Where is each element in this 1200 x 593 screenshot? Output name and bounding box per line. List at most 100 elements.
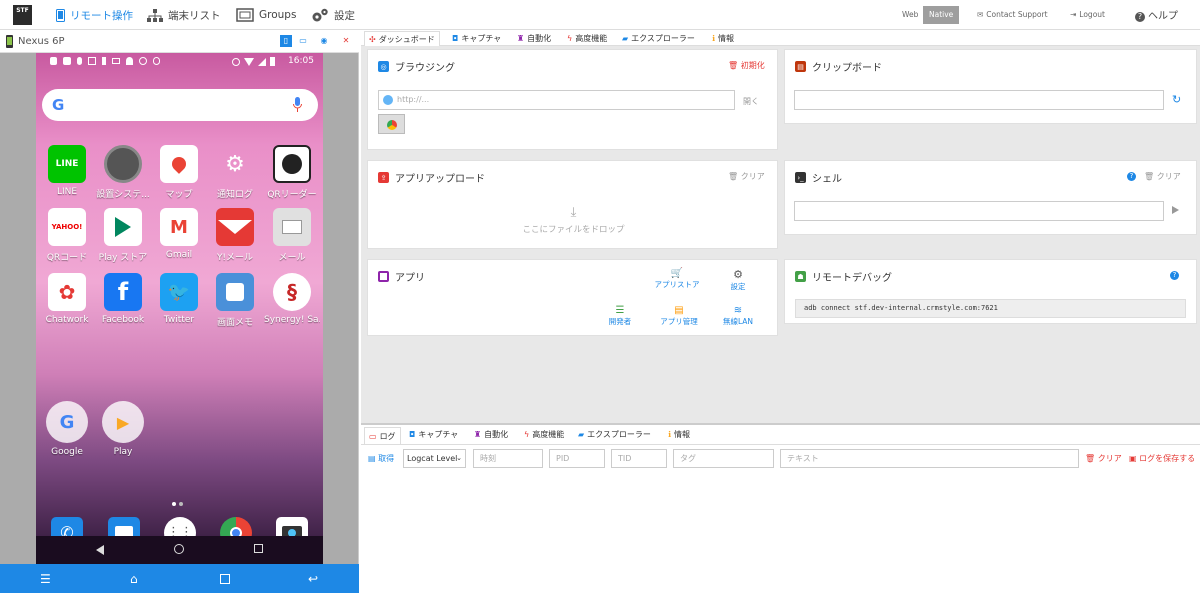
text-filter-input[interactable]: テキスト (780, 449, 1079, 468)
logtab-info[interactable]: ℹ 情報 (664, 427, 694, 442)
back-icon[interactable]: ↩ (308, 572, 318, 586)
tid-filter-input[interactable]: TID (611, 449, 667, 468)
clipboard-input[interactable] (794, 90, 1164, 110)
home-icon[interactable]: ⌂ (130, 572, 138, 586)
app-ymail[interactable]: Y!メール (207, 208, 263, 263)
save-log-button[interactable]: ▣ ログを保存する (1129, 453, 1195, 464)
recents-square-icon[interactable] (254, 544, 263, 553)
tag-filter-input[interactable]: タグ (673, 449, 774, 468)
developer-button[interactable]: ☰ 開発者 (602, 305, 638, 327)
open-url-button[interactable]: 開く (743, 96, 759, 107)
file-drop-zone[interactable]: ⤓ ここにファイルをドロップ (368, 206, 779, 242)
help-circle-icon: ? (1135, 12, 1145, 22)
apps-grid-icon (378, 271, 389, 282)
tab-label: ダッシュボード (378, 34, 435, 44)
log-clear-button[interactable]: 🗑 クリア (1085, 453, 1122, 464)
app-line[interactable]: LINE LINE (39, 145, 95, 197)
eye-icon[interactable]: ◉ (318, 35, 330, 47)
time-filter-input[interactable]: 時刻 (473, 449, 543, 468)
tab-dashboard[interactable]: ✣ ダッシュボード (364, 31, 440, 46)
folder-google[interactable]: G Google (39, 401, 95, 457)
back-triangle-icon[interactable] (96, 545, 104, 555)
device-screen[interactable]: 16:05 G LINE LINE 設置システ... マップ ⚙ 通知ログ QRリー… (36, 53, 323, 563)
tab-automation[interactable]: ♜ 自動化 (513, 31, 555, 46)
logcat-level-select[interactable]: Logcat Level ⌄ (403, 449, 466, 468)
automation-icon: ♜ (474, 430, 482, 439)
app-qr-code[interactable]: YAHOO! QRコード (39, 208, 95, 263)
upload-clear-button[interactable]: 🗑 クリア (728, 171, 765, 182)
logtab-explorer[interactable]: ▰ エクスプローラー (574, 427, 655, 442)
shell-clear-button[interactable]: 🗑 クリア (1144, 171, 1181, 182)
folder-play[interactable]: ▶ Play (95, 401, 151, 457)
log-get-button[interactable]: ▤ 取得 (368, 453, 394, 464)
browsing-title: ◎ ブラウジング (378, 59, 455, 74)
app-label: Twitter (163, 315, 195, 325)
refresh-icon[interactable]: ↻ (1172, 93, 1181, 106)
url-input[interactable]: http://... (378, 90, 735, 110)
app-settings-system[interactable]: 設置システ... (95, 145, 151, 200)
contact-support-link[interactable]: ✉ Contact Support (977, 10, 1048, 19)
cogs-icon (312, 8, 328, 21)
device-settings-button[interactable]: ⚙ 設定 (720, 268, 756, 292)
app-facebook[interactable]: f Facebook (95, 273, 151, 325)
close-icon[interactable]: ✕ (340, 35, 352, 47)
shell-input[interactable] (794, 201, 1164, 221)
wifi-button[interactable]: ≋ 無線LAN (716, 305, 760, 327)
app-mail[interactable]: メール (264, 208, 320, 263)
download-tray-icon: ⤓ (570, 205, 577, 220)
chrome-browser-button[interactable] (378, 114, 405, 134)
app-synergy[interactable]: § Synergy! Sa... (264, 273, 320, 325)
folder-icon: ▰ (622, 34, 629, 43)
mode-native-button[interactable]: Native (923, 6, 960, 24)
tab-info[interactable]: ℹ 情報 (708, 31, 738, 46)
globe-small-icon (383, 95, 393, 105)
portrait-button[interactable]: ▯ (280, 35, 292, 47)
mode-web-button[interactable]: Web (896, 6, 924, 24)
app-maps[interactable]: マップ (151, 145, 207, 200)
adb-connect-command[interactable]: adb connect stf.dev-internal.crmstyle.co… (795, 299, 1186, 318)
logo-text: STF (16, 7, 29, 14)
google-search-widget[interactable]: G (42, 89, 318, 121)
app-play-store[interactable]: Play ストア (95, 208, 151, 263)
logout-link[interactable]: ⇥ Logout (1070, 10, 1105, 19)
envelope-icon: ✉ (977, 10, 984, 19)
app-label: マップ (165, 190, 193, 200)
nav-groups[interactable]: Groups (236, 7, 296, 23)
app-gmail[interactable]: M Gmail (151, 208, 207, 260)
app-switch-icon[interactable] (220, 574, 230, 584)
pid-filter-input[interactable]: PID (549, 449, 605, 468)
app-screen-memo[interactable]: 画面メモ (207, 273, 263, 328)
tab-advanced[interactable]: ϟ 高度機能 (563, 31, 611, 46)
page-indicator (172, 502, 186, 506)
run-play-icon[interactable] (1172, 206, 1179, 214)
app-qr-reader[interactable]: QRリーダー (264, 145, 320, 200)
stf-logo[interactable]: STF (13, 5, 32, 25)
app-manage-button[interactable]: ▤ アプリ管理 (654, 305, 704, 327)
logtab-advanced[interactable]: ϟ 高度機能 (520, 427, 568, 442)
app-chatwork[interactable]: ✿ Chatwork (39, 273, 95, 325)
logtab-capture[interactable]: ◘ キャプチャ (405, 427, 462, 442)
menu-icon[interactable]: ☰ (40, 572, 51, 586)
tab-log[interactable]: ▭ ログ (364, 427, 401, 444)
app-notification-log[interactable]: ⚙ 通知ログ (207, 145, 263, 201)
nav-device-list[interactable]: 端末リスト (147, 7, 221, 23)
nav-settings[interactable]: 設定 (311, 7, 355, 23)
nav-remote-control[interactable]: リモート操作 (56, 7, 133, 23)
shell-help-icon[interactable]: ? (1127, 172, 1136, 181)
app-twitter[interactable]: 🐦 Twitter (151, 273, 207, 325)
help-link[interactable]: ? ヘルプ (1135, 7, 1178, 22)
home-circle-icon[interactable] (174, 544, 184, 554)
ymail-icon (216, 208, 254, 246)
landscape-button[interactable]: ▭ (297, 35, 309, 47)
facebook-icon: f (104, 273, 142, 311)
tab-capture[interactable]: ◘ キャプチャ (448, 31, 505, 46)
app-store-button[interactable]: 🛒 アプリストア (652, 268, 702, 290)
browsing-reset-button[interactable]: 🗑 初期化 (728, 60, 765, 71)
tab-explorer[interactable]: ▰ エクスプローラー (618, 31, 699, 46)
debug-help-icon[interactable]: ? (1170, 271, 1179, 280)
line-icon: LINE (48, 145, 86, 183)
manage-label: アプリ管理 (660, 317, 698, 326)
app-label: Google (51, 447, 83, 457)
logtab-automation[interactable]: ♜ 自動化 (470, 427, 512, 442)
globe-icon: ◎ (378, 61, 389, 72)
